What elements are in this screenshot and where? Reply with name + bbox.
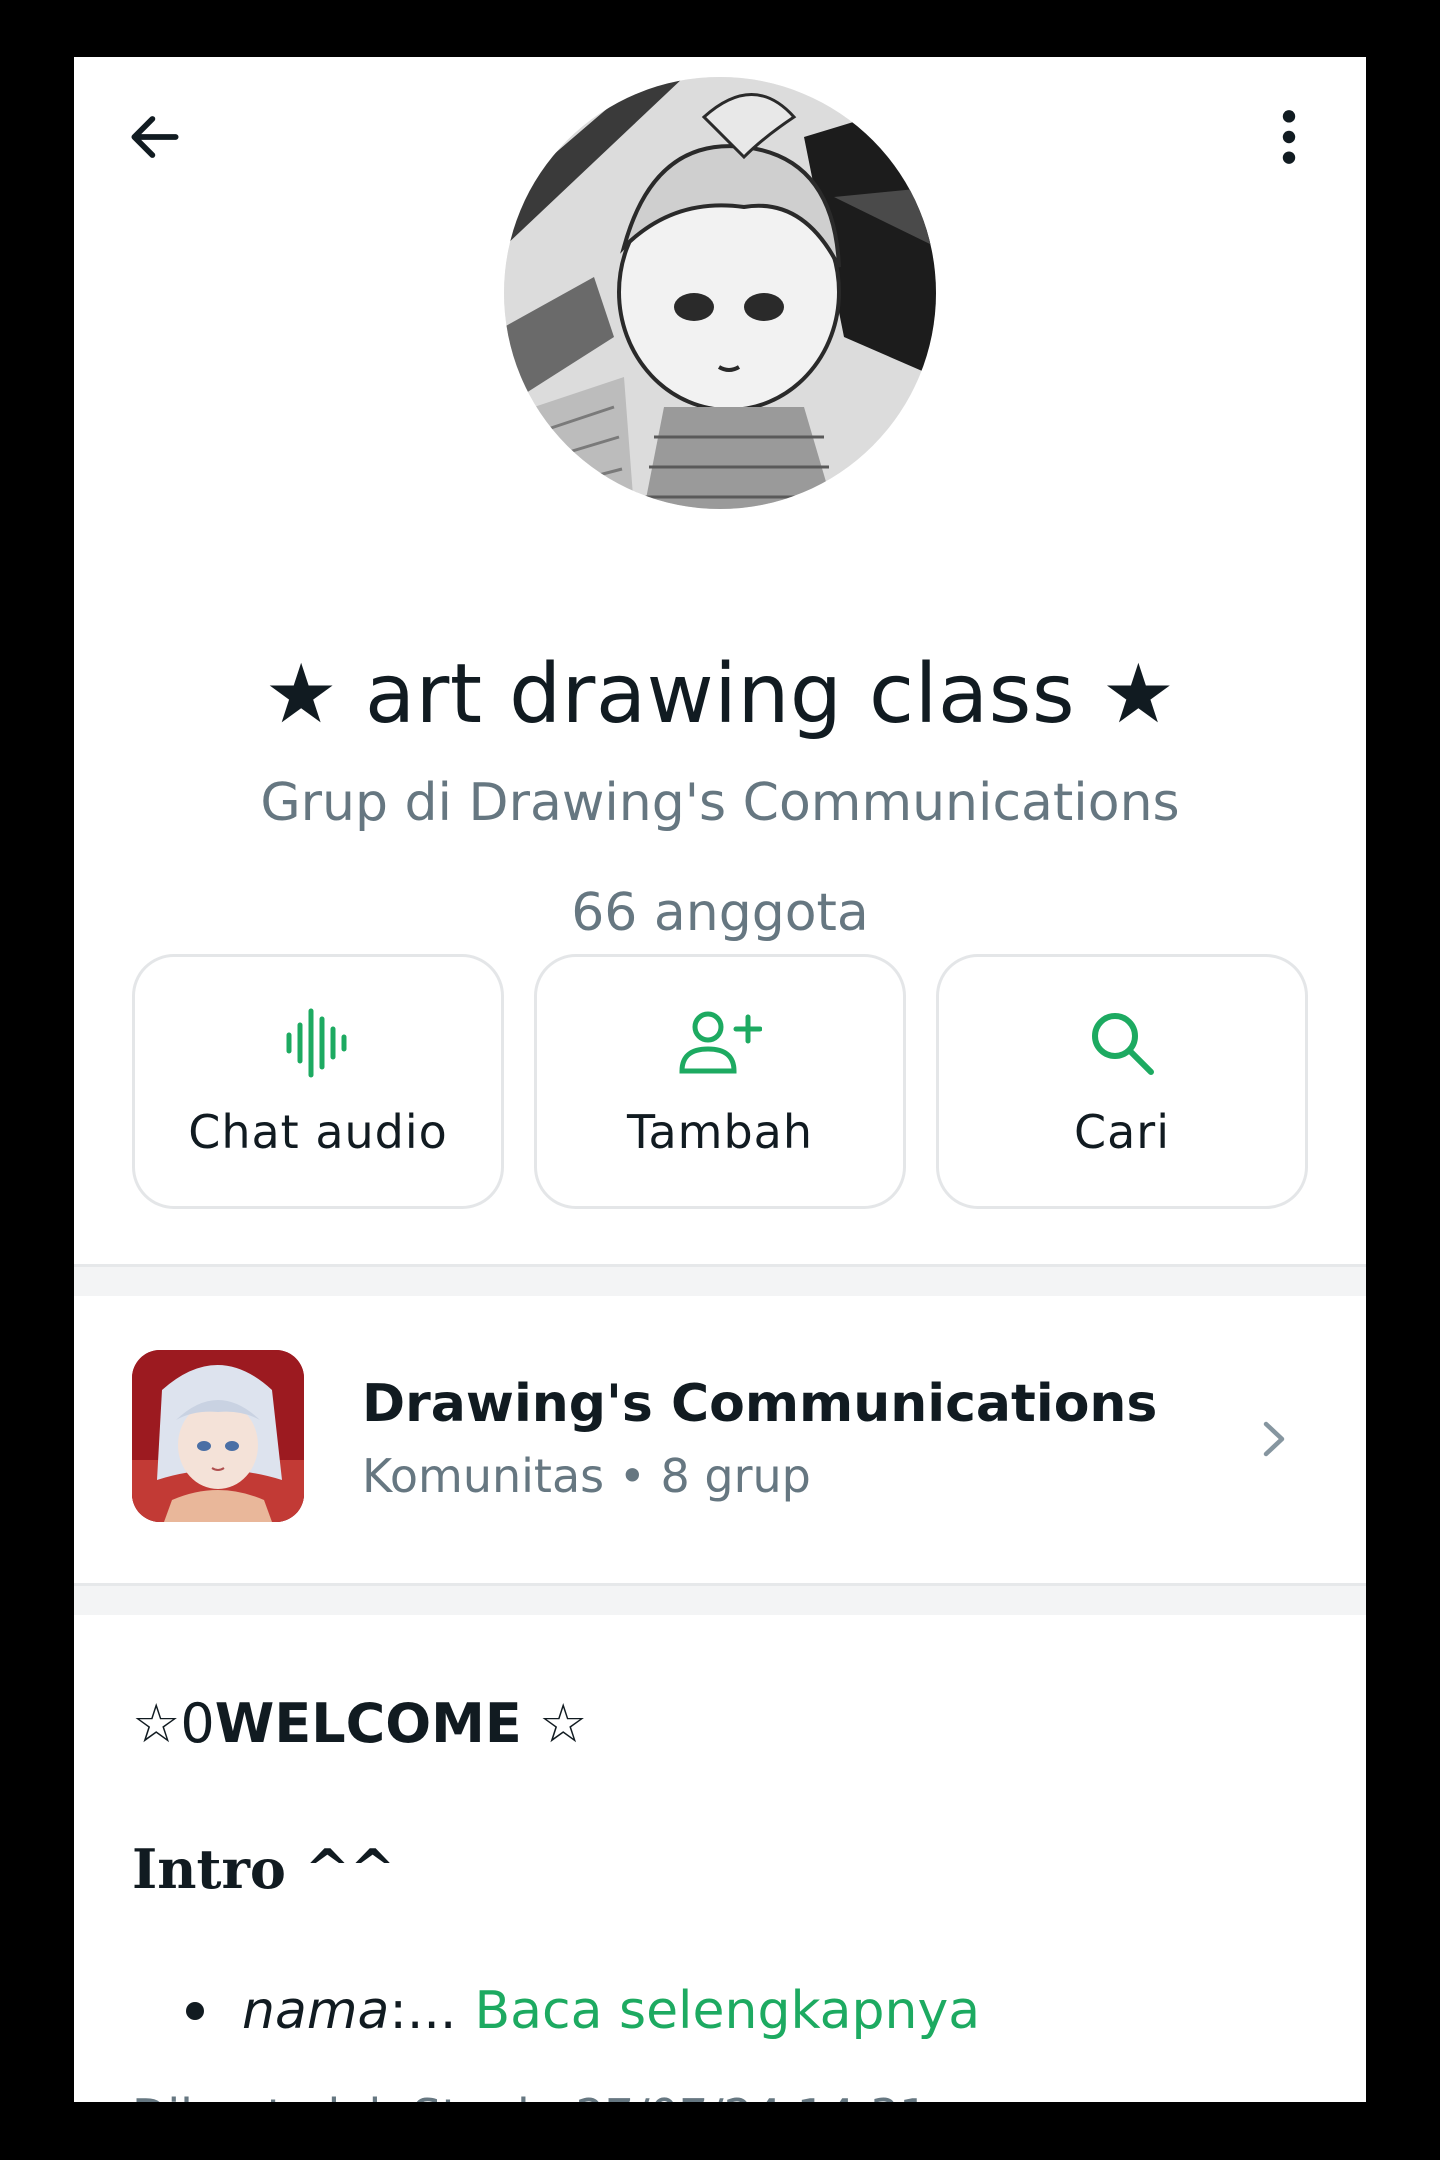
- add-person-icon: [679, 1011, 762, 1074]
- more-vertical-icon: [1282, 110, 1296, 164]
- community-name: Drawing's Communications: [362, 1374, 1158, 1434]
- more-options-button[interactable]: [1264, 102, 1314, 172]
- search-icon: [1092, 1013, 1154, 1075]
- group-info-screen: ★ art drawing class ★ Grup di Drawing's …: [74, 57, 1366, 2102]
- chevron-right-icon: [1263, 1421, 1285, 1457]
- welcome-bold: WELCOME: [214, 1692, 522, 1755]
- group-subtitle: Grup di Drawing's Communications: [260, 773, 1180, 833]
- add-member-label: Tambah: [626, 1105, 814, 1159]
- community-avatar-image: [132, 1350, 304, 1522]
- search-label: Cari: [1074, 1105, 1170, 1159]
- description-intro: Intro ^^: [132, 1837, 396, 1901]
- created-by-text: Dibuat oleh Steph, 27/07/24 14.31: [132, 2089, 928, 2102]
- welcome-suffix: ☆: [521, 1692, 588, 1755]
- read-more-link[interactable]: Baca selengkapnya: [474, 1981, 980, 2041]
- chat-audio-button[interactable]: Chat audio: [132, 954, 504, 1209]
- description-welcome: ☆0WELCOME ☆: [132, 1692, 587, 1755]
- member-count: 66 anggota: [571, 883, 869, 943]
- section-divider: [74, 1583, 1366, 1615]
- welcome-prefix: ☆0: [132, 1692, 215, 1755]
- search-button[interactable]: Cari: [936, 954, 1308, 1209]
- add-member-button[interactable]: Tambah: [534, 954, 906, 1209]
- section-divider: [74, 1264, 1366, 1296]
- group-name[interactable]: ★ art drawing class ★: [74, 647, 1366, 742]
- group-avatar-image: [504, 77, 936, 509]
- arrow-left-icon: [131, 116, 179, 158]
- action-buttons: Chat audio Tambah Cari: [132, 954, 1308, 1209]
- group-avatar[interactable]: [504, 77, 936, 509]
- back-button[interactable]: [120, 102, 190, 172]
- audio-wave-icon: [286, 1008, 347, 1078]
- item-rest: :...: [389, 1981, 457, 2041]
- item-label: nama: [242, 1981, 390, 2041]
- bullet: [186, 2002, 204, 2020]
- community-row[interactable]: Drawing's Communications Komunitas • 8 g…: [74, 1296, 1366, 1583]
- community-meta: Komunitas • 8 grup: [362, 1449, 811, 1503]
- chat-audio-label: Chat audio: [188, 1105, 448, 1159]
- community-avatar: [132, 1350, 304, 1522]
- description-list-item: nama :... Baca selengkapnya: [186, 1981, 980, 2041]
